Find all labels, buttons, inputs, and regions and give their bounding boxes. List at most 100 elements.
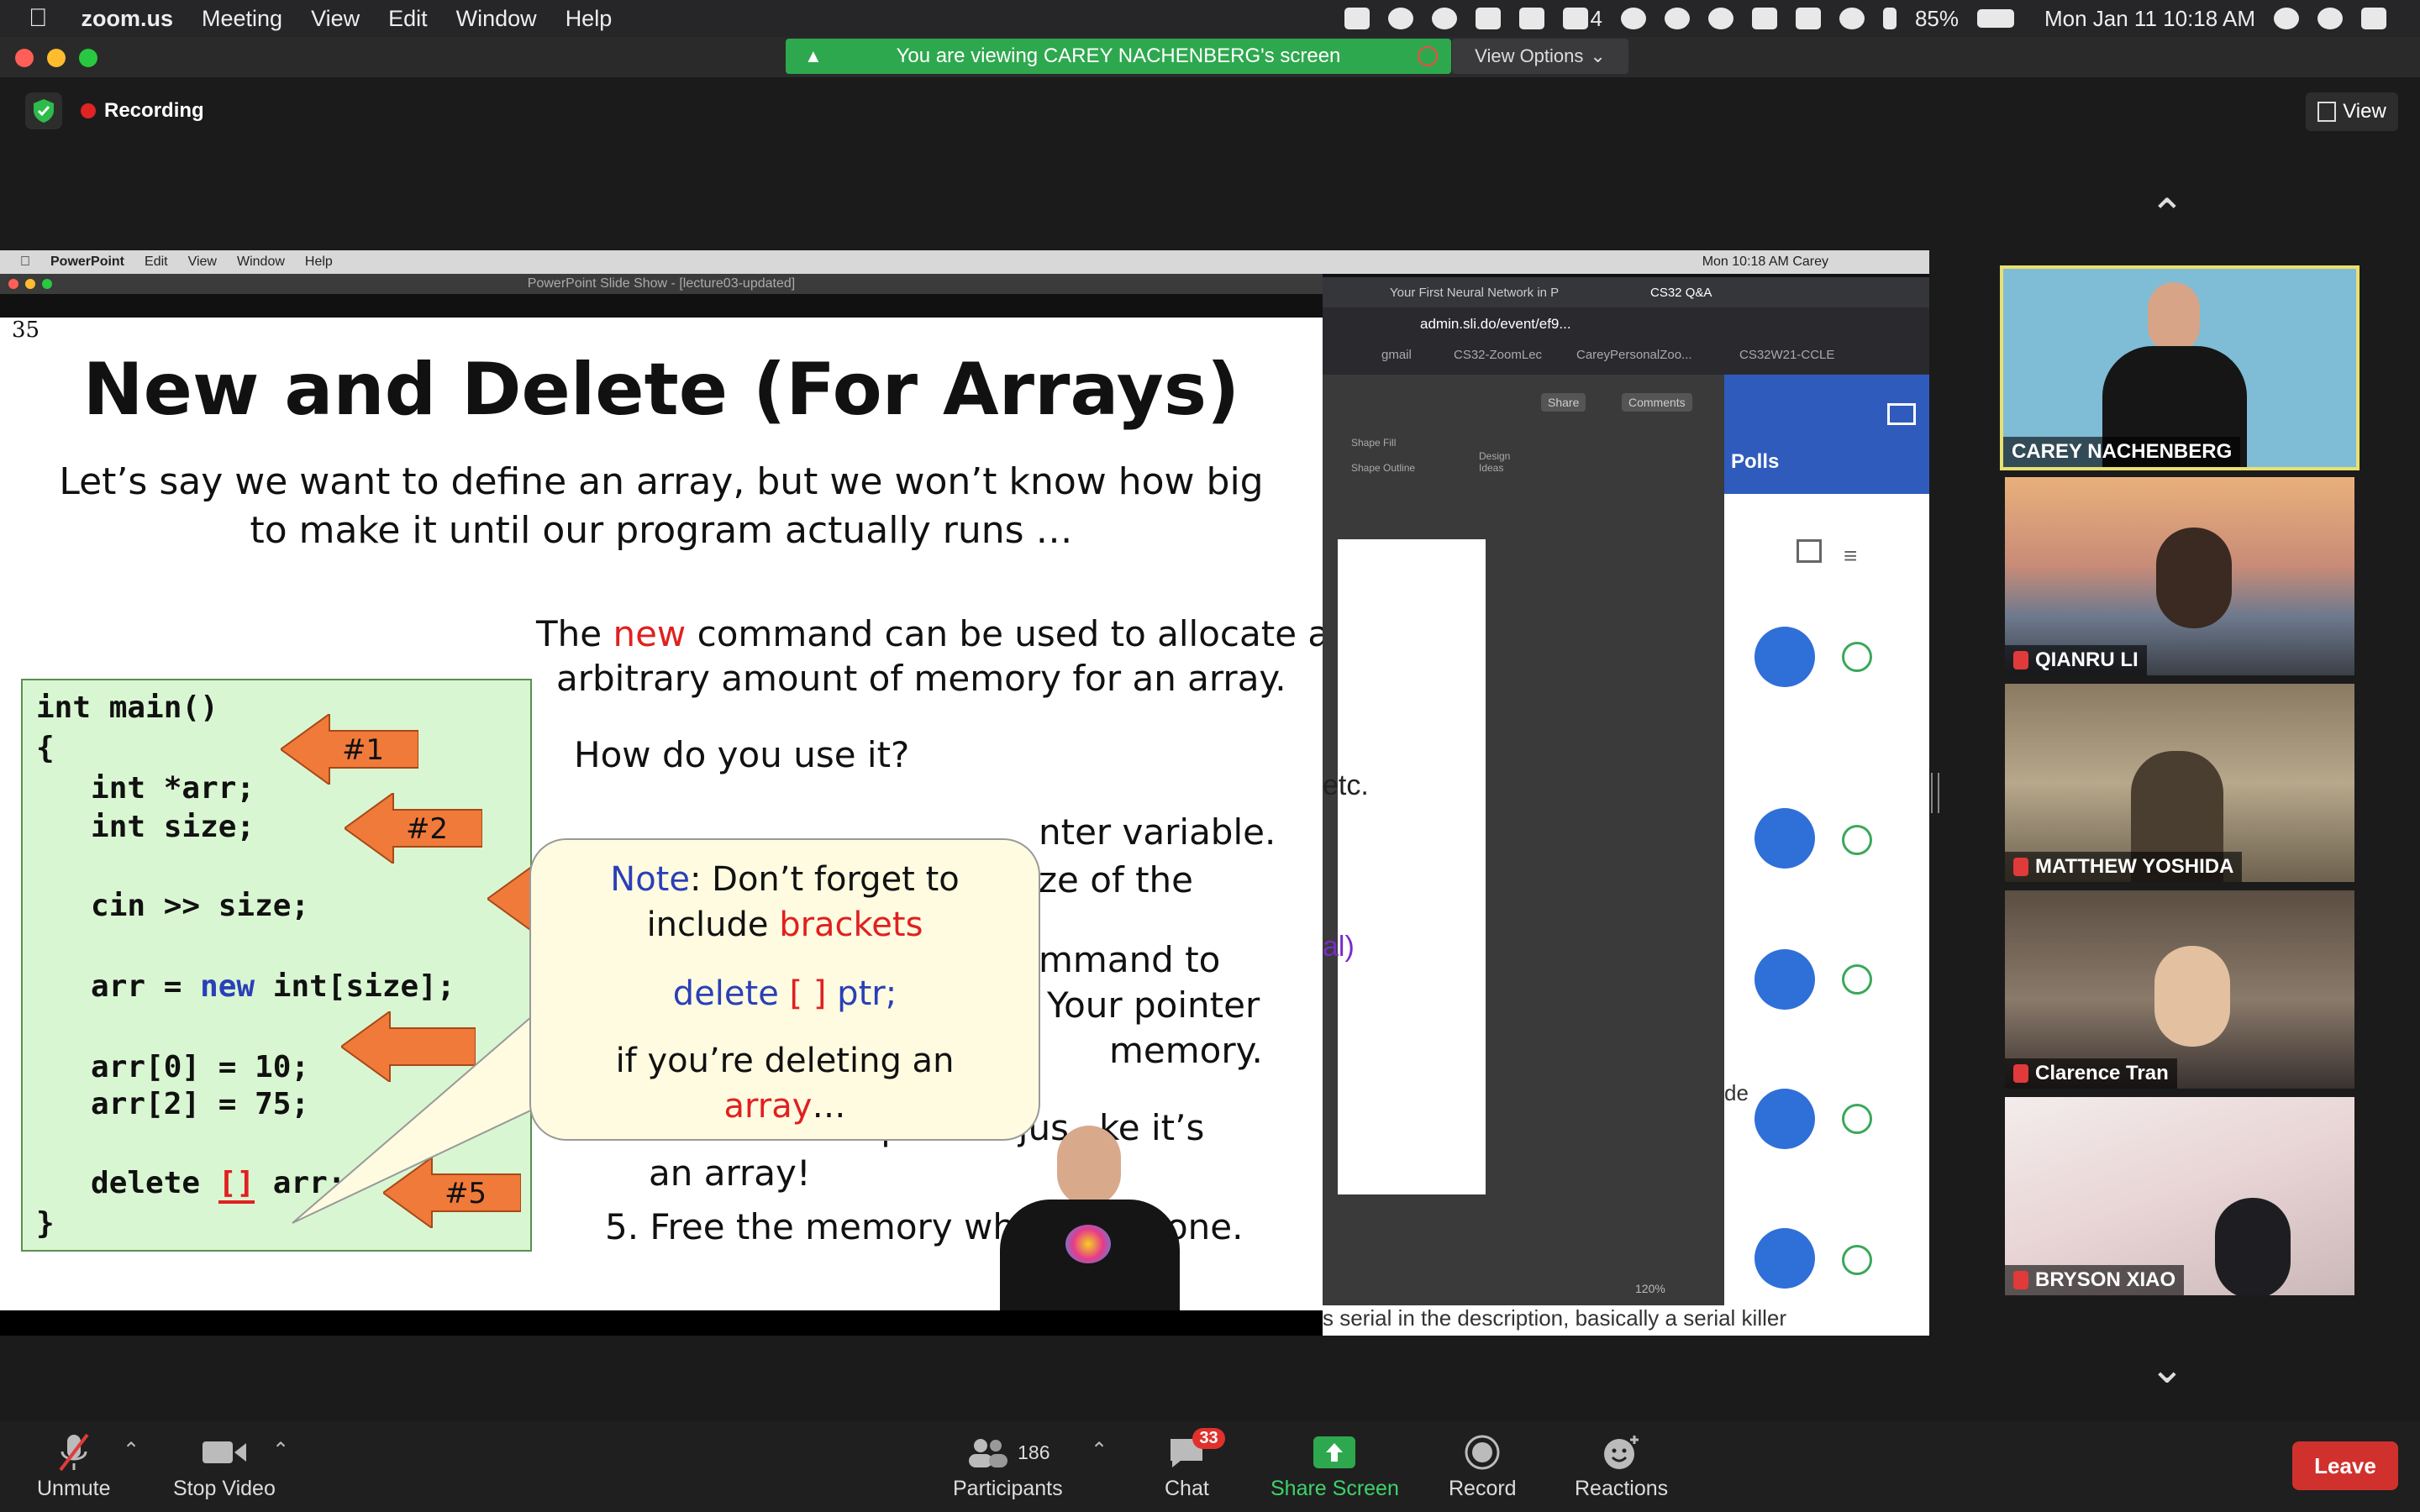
do-not-disturb-icon[interactable] bbox=[1707, 8, 1733, 29]
participant-name: BRYSON XIAO bbox=[2035, 1268, 2176, 1291]
menu-window[interactable]: Window bbox=[456, 6, 537, 32]
time-machine-icon[interactable] bbox=[1620, 8, 1646, 29]
upvote-button[interactable] bbox=[1754, 1228, 1815, 1289]
muted-mic-icon bbox=[57, 1433, 91, 1472]
spotlight-icon[interactable] bbox=[2274, 8, 2299, 29]
menubar-clock[interactable]: Mon Jan 11 10:18 AM bbox=[2044, 6, 2255, 32]
unmute-label: Unmute bbox=[37, 1477, 111, 1500]
slide-partial-1: nter variable. bbox=[1039, 811, 1276, 853]
share-screen-button[interactable]: Share Screen bbox=[1270, 1433, 1399, 1501]
wifi-icon[interactable] bbox=[1839, 8, 1865, 29]
menu-edit[interactable]: Edit bbox=[388, 6, 428, 32]
keyboard-icon[interactable] bbox=[1795, 8, 1821, 29]
chevron-down-icon: ⌄ bbox=[1590, 45, 1606, 66]
notification-icon[interactable] bbox=[1519, 8, 1545, 29]
note-line1: Note: Don’t forget to bbox=[531, 860, 1039, 899]
maximize-window-button[interactable] bbox=[79, 49, 97, 67]
check-icon[interactable] bbox=[1842, 964, 1872, 995]
minimize-window-button[interactable] bbox=[47, 49, 66, 67]
gallery-up-chevron-icon[interactable]: ⌃ bbox=[2149, 190, 2185, 239]
code-line: arr[0] = 10; bbox=[36, 1050, 310, 1084]
panel-resize-handle[interactable] bbox=[1931, 773, 1939, 813]
note-line2: include brackets bbox=[531, 906, 1039, 944]
chat-icon: 33 bbox=[1167, 1428, 1225, 1472]
participants-button[interactable]: 186 Participants bbox=[953, 1433, 1063, 1501]
slack-icon[interactable]: 4 bbox=[1563, 6, 1602, 32]
banner-close-icon[interactable] bbox=[1418, 46, 1438, 66]
video-options-chevron-icon[interactable]: ⌃ bbox=[272, 1438, 289, 1462]
ppt-design-ideas: Design Ideas bbox=[1479, 450, 1511, 474]
mac-menubar:  zoom.us Meeting View Edit Window Help … bbox=[0, 0, 2420, 37]
code-line: cin >> size; bbox=[36, 889, 310, 923]
view-options-button[interactable]: View Options ⌄ bbox=[1452, 39, 1628, 74]
participant-count: 186 bbox=[1018, 1441, 1050, 1463]
participant-tile-matthew[interactable]: MATTHEW YOSHIDA bbox=[2005, 684, 2354, 882]
note-bubble-tail bbox=[292, 1009, 539, 1224]
reactions-button[interactable]: Reactions bbox=[1575, 1433, 1668, 1501]
view-button[interactable]: View bbox=[2306, 92, 2398, 131]
menu-view[interactable]: View bbox=[311, 6, 360, 32]
code-line: } bbox=[36, 1206, 55, 1241]
participants-options-chevron-icon[interactable]: ⌃ bbox=[1091, 1438, 1107, 1462]
code-line: { bbox=[36, 731, 55, 765]
check-icon[interactable] bbox=[1842, 642, 1872, 672]
check-icon[interactable] bbox=[1842, 1104, 1872, 1134]
siri-icon[interactable] bbox=[2317, 8, 2343, 29]
code-line: int *arr; bbox=[36, 771, 255, 806]
participants-label: Participants bbox=[953, 1477, 1063, 1500]
upvote-button[interactable] bbox=[1754, 627, 1815, 687]
apple-icon[interactable]:  bbox=[29, 4, 48, 33]
tab-cs32-qa: CS32 Q&A bbox=[1650, 286, 1712, 300]
screen-share-banner: ▲ You are viewing CAREY NACHENBERG's scr… bbox=[786, 39, 1451, 74]
volume-icon[interactable] bbox=[1751, 8, 1777, 29]
bookmark-carey-zoom: CareyPersonalZoo... bbox=[1576, 348, 1692, 362]
upvote-button[interactable] bbox=[1754, 1089, 1815, 1149]
globe-icon[interactable] bbox=[1432, 8, 1458, 29]
participant-tile-clarence[interactable]: Clarence Tran bbox=[2005, 890, 2354, 1089]
slide-step4-line2: an array! bbox=[649, 1152, 811, 1194]
upvote-button[interactable] bbox=[1754, 808, 1815, 869]
gallery-down-chevron-icon[interactable]: ⌄ bbox=[2149, 1344, 2185, 1393]
unmute-button[interactable]: Unmute bbox=[37, 1433, 111, 1501]
slide-partial-2: ze of the bbox=[1039, 859, 1193, 900]
bluetooth-icon[interactable] bbox=[1882, 8, 1897, 29]
record-button[interactable]: Record bbox=[1449, 1433, 1517, 1501]
upvote-button[interactable] bbox=[1754, 949, 1815, 1010]
brightness-icon[interactable] bbox=[1388, 8, 1414, 29]
audio-options-chevron-icon[interactable]: ⌃ bbox=[123, 1438, 139, 1462]
menu-help[interactable]: Help bbox=[566, 6, 613, 32]
participant-tile-carey[interactable]: CAREY NACHENBERG bbox=[2000, 265, 2360, 470]
participant-tile-bryson[interactable]: BRYSON XIAO bbox=[2005, 1097, 2354, 1295]
security-shield-icon[interactable] bbox=[25, 92, 62, 129]
muted-mic-icon bbox=[2013, 1064, 2028, 1083]
note-text: : Don’t forget to bbox=[689, 860, 960, 899]
recording-indicator[interactable]: Recording bbox=[81, 94, 204, 128]
leave-button[interactable]: Leave bbox=[2292, 1441, 2398, 1490]
fragment-de: de bbox=[1724, 1080, 1749, 1105]
leave-label: Leave bbox=[2314, 1452, 2376, 1478]
zoom-status-icon[interactable] bbox=[1344, 8, 1370, 29]
share-screen-icon bbox=[1313, 1433, 1356, 1472]
participant-tile-qianru[interactable]: QIANRU LI bbox=[2005, 477, 2354, 675]
chat-button[interactable]: 33 Chat bbox=[1165, 1428, 1225, 1501]
grid-icon[interactable] bbox=[1476, 8, 1502, 29]
slide-new-line1: The new command can be used to allocate … bbox=[536, 613, 1323, 654]
participant-name: Clarence Tran bbox=[2035, 1062, 2169, 1084]
check-icon[interactable] bbox=[1842, 825, 1872, 855]
menu-meeting[interactable]: Meeting bbox=[202, 6, 282, 32]
browser-tabs: Your First Neural Network in P CS32 Q&A bbox=[1323, 277, 1929, 307]
ppt-text-etc: etc. bbox=[1323, 769, 1369, 801]
circle-icon[interactable] bbox=[1664, 8, 1690, 29]
arrow-2-label: #2 bbox=[406, 812, 448, 846]
menu-app-name[interactable]: zoom.us bbox=[82, 6, 174, 32]
badge-count: 4 bbox=[1590, 5, 1602, 31]
stop-video-label: Stop Video bbox=[173, 1477, 276, 1500]
archive-icon bbox=[1797, 539, 1822, 563]
close-window-button[interactable] bbox=[15, 49, 34, 67]
check-icon[interactable] bbox=[1842, 1245, 1872, 1275]
note-code-b: [ ] bbox=[789, 974, 827, 1013]
control-center-icon[interactable] bbox=[2361, 8, 2386, 29]
stop-video-button[interactable]: Stop Video bbox=[173, 1433, 276, 1501]
bookmark-cs32w21-ccle: CS32W21-CCLE bbox=[1739, 348, 1835, 362]
battery-icon[interactable] bbox=[1976, 9, 2014, 28]
